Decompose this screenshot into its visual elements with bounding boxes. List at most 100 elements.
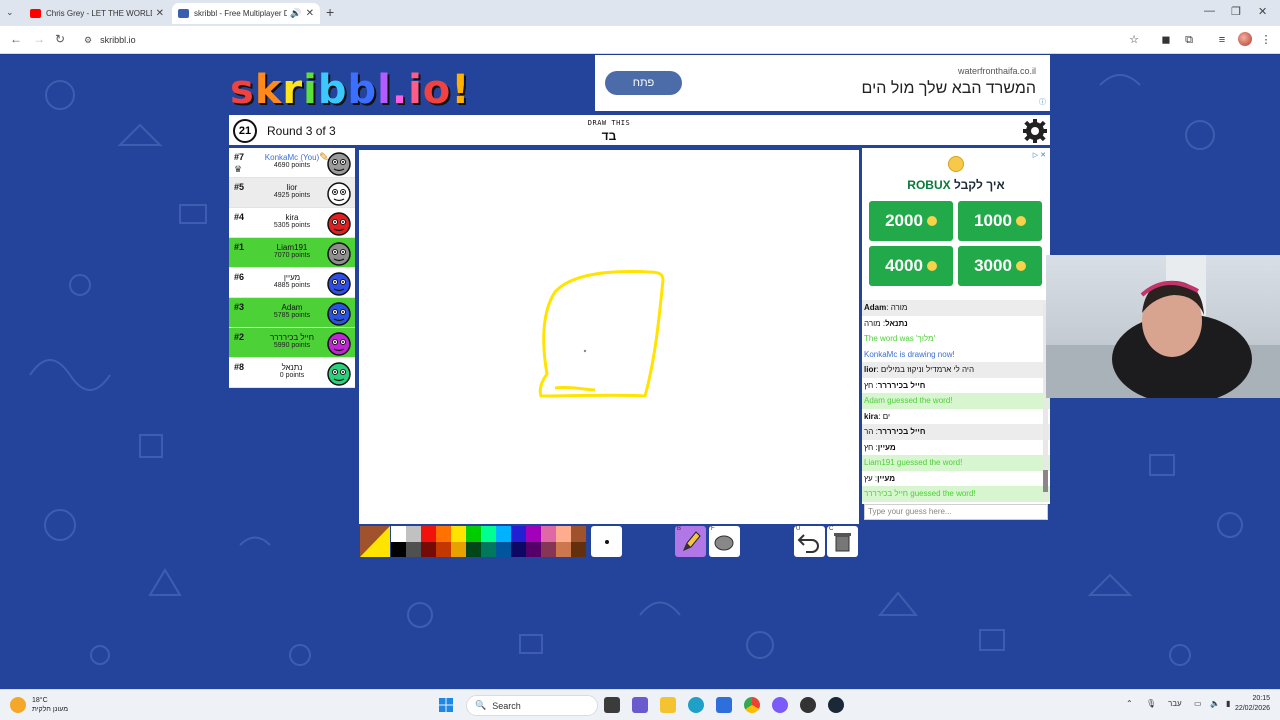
forward-icon[interactable]: → [33, 32, 45, 46]
color-swatch[interactable] [466, 541, 481, 557]
extension-icon[interactable]: ◼ [1160, 34, 1172, 46]
reload-icon[interactable]: ↻ [55, 32, 65, 46]
restore-icon[interactable]: ❐ [1231, 5, 1241, 18]
store-icon[interactable] [716, 697, 732, 713]
color-swatch[interactable] [496, 526, 511, 542]
media-icon[interactable]: ≡ [1216, 34, 1228, 46]
color-swatch[interactable] [436, 526, 451, 542]
color-swatch[interactable] [571, 541, 586, 557]
fill-tool[interactable]: F [709, 526, 740, 557]
player-row[interactable]: #8 נתנאל 0 points [229, 358, 355, 388]
tab-close-icon[interactable]: ✕ [156, 8, 164, 19]
guess-input[interactable]: Type your guess here... [864, 504, 1048, 520]
robux-side-ad[interactable]: ▷ ✕ ROBUX איך לקבל 2000 1000 4000 3000 [862, 148, 1050, 300]
youtube-favicon-icon [30, 9, 41, 18]
color-swatch[interactable] [511, 526, 526, 542]
color-palette [391, 526, 586, 557]
color-swatch[interactable] [541, 526, 556, 542]
obs-icon[interactable] [800, 697, 816, 713]
site-info-icon[interactable]: ⚙ [84, 35, 92, 46]
player-row[interactable]: #5 lior 4925 points [229, 178, 355, 208]
chrome-icon[interactable] [744, 697, 760, 713]
color-swatch[interactable] [391, 526, 406, 542]
player-row[interactable]: #3 Adam 5785 points [229, 298, 355, 328]
color-swatch[interactable] [511, 541, 526, 557]
robux-option-2[interactable]: 1000 [958, 201, 1042, 241]
file-explorer-icon[interactable] [660, 697, 676, 713]
chat-message: חייל בכירררר: הר [862, 424, 1050, 440]
color-swatch[interactable] [406, 541, 421, 557]
color-swatch[interactable] [481, 526, 496, 542]
color-swatch[interactable] [451, 541, 466, 557]
menu-kebab-icon[interactable]: ⋮ [1260, 34, 1272, 46]
bookmark-star-icon[interactable]: ☆ [1128, 34, 1140, 46]
tab-close-icon[interactable]: ✕ [306, 8, 314, 19]
discord-icon[interactable] [772, 697, 788, 713]
undo-button[interactable]: U [794, 526, 825, 557]
drawing-canvas[interactable] [359, 150, 859, 524]
player-name: נתנאל [281, 363, 303, 372]
steam-icon[interactable] [828, 697, 844, 713]
color-swatch[interactable] [421, 526, 436, 542]
top-banner-ad[interactable]: waterfronthaifa.co.il המשרד הבא שלך מול … [595, 55, 1050, 111]
player-row[interactable]: #4 kira 5305 points [229, 208, 355, 238]
color-swatch[interactable] [541, 541, 556, 557]
player-name: חייל בכירררר [269, 333, 315, 342]
adchoices-icon[interactable]: ▷ ✕ [1033, 151, 1046, 159]
tab-search-chevron-icon[interactable]: ⌄ [6, 7, 14, 18]
mic-icon[interactable]: 🎙 [1146, 699, 1156, 708]
speaker-icon[interactable]: 🔊 [290, 8, 301, 19]
volume-icon[interactable]: 🔈 [1210, 699, 1220, 708]
window-close-icon[interactable]: ✕ [1258, 5, 1267, 18]
color-swatch[interactable] [436, 541, 451, 557]
system-clock[interactable]: 20:15 22/02/2026 [1235, 694, 1270, 714]
new-tab-icon[interactable]: + [326, 4, 334, 20]
secret-word: בד [601, 129, 617, 143]
language-indicator[interactable]: עבר [1168, 699, 1182, 708]
tab-youtube[interactable]: Chris Grey - LET THE WORLD BU ✕ [24, 3, 170, 24]
color-swatch[interactable] [526, 541, 541, 557]
color-swatch[interactable] [556, 526, 571, 542]
color-swatch[interactable] [496, 541, 511, 557]
windows-start-icon[interactable] [438, 697, 454, 713]
robux-option-1[interactable]: 2000 [869, 201, 953, 241]
player-row[interactable]: #6 מעיין 4885 points [229, 268, 355, 298]
task-view-icon[interactable] [604, 697, 620, 713]
taskbar-search[interactable]: 🔍 Search [466, 695, 598, 716]
color-swatch[interactable] [391, 541, 406, 557]
color-swatch[interactable] [526, 526, 541, 542]
minimize-icon[interactable]: — [1204, 5, 1215, 17]
edge-icon[interactable] [688, 697, 704, 713]
color-swatch[interactable] [556, 541, 571, 557]
player-row[interactable]: #1 Liam191 7070 points [229, 238, 355, 268]
battery-icon[interactable]: ▮ [1226, 699, 1230, 708]
drawn-yellow-shape [538, 270, 665, 398]
ad-info-icon[interactable]: ⓘ [1039, 97, 1046, 107]
teams-icon[interactable] [632, 697, 648, 713]
robux-option-4[interactable]: 3000 [958, 246, 1042, 286]
network-icon[interactable]: ▭ [1194, 699, 1202, 708]
color-swatch[interactable] [421, 541, 436, 557]
address-bar[interactable]: ⚙ skribbl.io [76, 30, 1156, 50]
profile-avatar[interactable] [1238, 32, 1252, 46]
player-rank: #3 [234, 302, 245, 312]
color-swatch[interactable] [451, 526, 466, 542]
color-swatch[interactable] [571, 526, 586, 542]
player-row[interactable]: #2 חייל בכירררר 5990 points [229, 328, 355, 358]
clear-button[interactable]: C [827, 526, 858, 557]
color-swatch[interactable] [481, 541, 496, 557]
brush-size-button[interactable] [591, 526, 622, 557]
player-points: 4885 points [273, 282, 311, 289]
weather-widget[interactable]: 18°C מעונן חלקית [10, 696, 68, 714]
player-row[interactable]: #7 ♛ KonkaMc (You) 4690 points ✎ [229, 148, 355, 178]
ad-open-button[interactable]: פתח [605, 71, 682, 95]
back-icon[interactable]: ← [10, 32, 22, 46]
tab-skribbl[interactable]: skribbl - Free Multiplayer Dr 🔊 ✕ [172, 3, 320, 24]
color-swatch[interactable] [406, 526, 421, 542]
robux-option-3[interactable]: 4000 [869, 246, 953, 286]
tray-chevron-icon[interactable]: ⌃ [1126, 699, 1133, 708]
brush-tool[interactable]: B [675, 526, 706, 557]
color-swatch[interactable] [466, 526, 481, 542]
settings-gear-icon[interactable] [1022, 118, 1048, 144]
puzzle-icon[interactable]: ⧉ [1183, 34, 1195, 46]
